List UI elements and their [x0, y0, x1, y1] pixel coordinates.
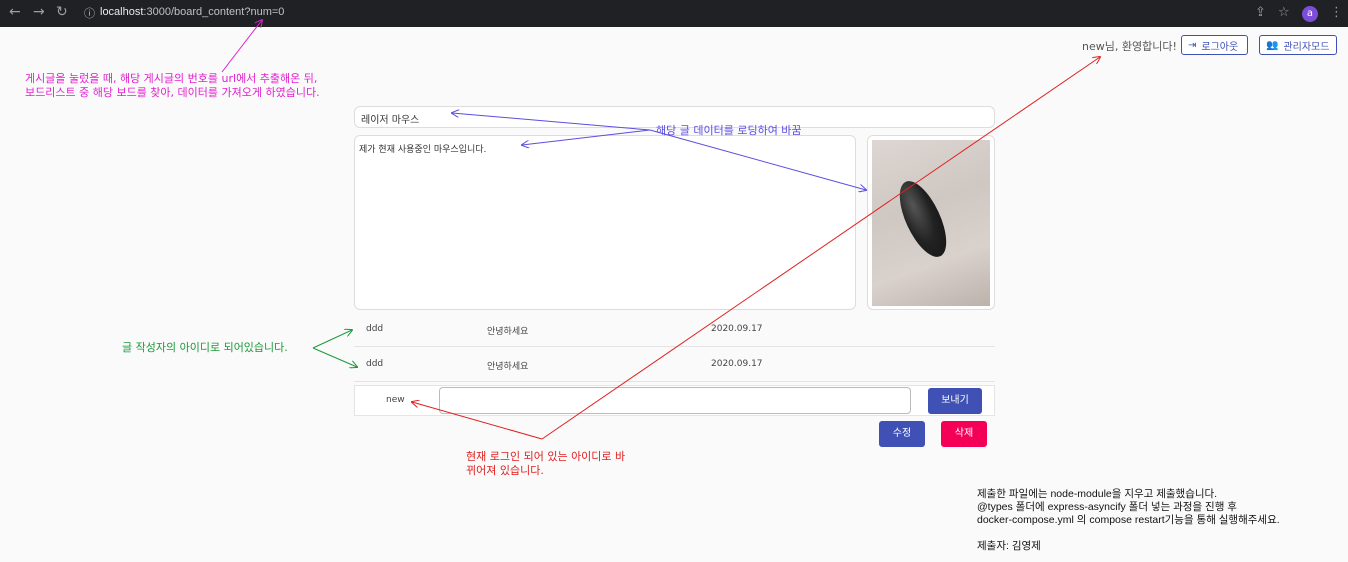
blue-arrow-title: [452, 113, 651, 131]
green-arrow-bottom: [312, 347, 357, 367]
blue-arrow-content: [522, 129, 651, 145]
annotation-arrows: [221, 0, 1348, 440]
submission-note: 제출한 파일에는 node-module을 지우고 제출했습니다. @types…: [977, 488, 1280, 552]
magenta-arrow: [221, 20, 262, 73]
red-arrow-reply: [412, 402, 543, 440]
green-arrow-top: [312, 330, 352, 349]
red-arrow-welcome: [541, 57, 1100, 440]
blue-arrow-image: [649, 129, 866, 190]
